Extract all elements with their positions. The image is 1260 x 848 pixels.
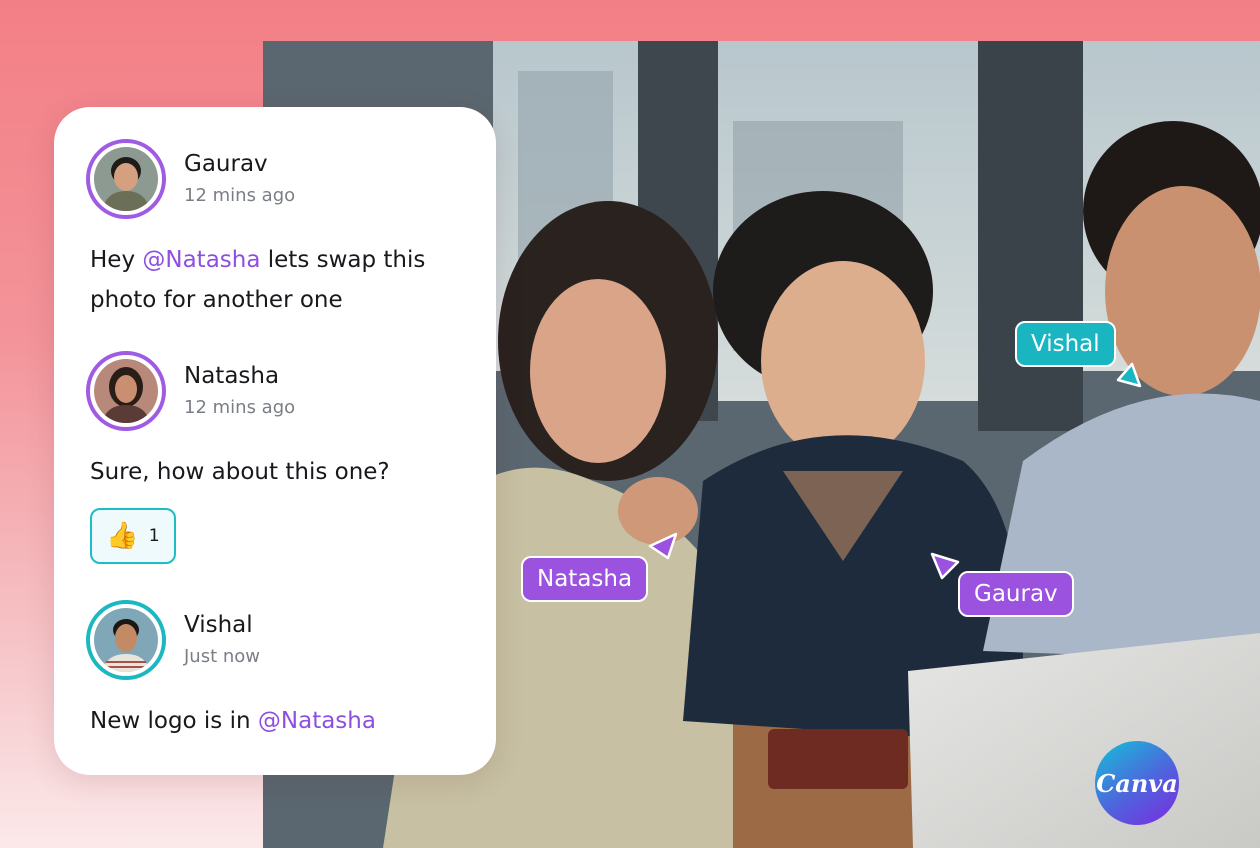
cursor-pointer-icon — [930, 552, 960, 580]
comment-time: 12 mins ago — [184, 185, 296, 206]
comment-header: Vishal Just now — [86, 600, 260, 680]
cursor-label-natasha: Natasha — [521, 556, 649, 602]
comment-author: Gaurav — [184, 151, 268, 177]
comment-author: Natasha — [184, 363, 280, 389]
cursor-label-gaurav: Gaurav — [958, 571, 1074, 617]
comment-time: Just now — [184, 646, 261, 667]
avatar-photo — [94, 608, 158, 672]
comment-meta: Gaurav 12 mins ago — [184, 149, 295, 209]
comment-text-part: New logo is in — [90, 708, 258, 734]
mention-link[interactable]: @Natasha — [258, 708, 376, 734]
comment-time: 12 mins ago — [184, 397, 296, 418]
avatar[interactable] — [86, 351, 166, 431]
comment-meta: Vishal Just now — [184, 610, 260, 670]
cursor-pointer-icon — [648, 532, 678, 560]
thumbs-up-reaction-button[interactable]: 👍 1 — [90, 508, 176, 564]
cursor-label-vishal: Vishal — [1015, 321, 1116, 367]
avatar[interactable] — [86, 139, 166, 219]
comment-panel: Gaurav 12 mins ago Hey @Natasha lets swa… — [54, 107, 496, 775]
reaction-count: 1 — [148, 526, 160, 546]
avatar-photo — [94, 147, 158, 211]
mention-link[interactable]: @Natasha — [142, 247, 260, 273]
cursor-pointer-icon — [1116, 362, 1142, 388]
avatar[interactable] — [86, 600, 166, 680]
logo-wordmark: Canva — [1096, 768, 1178, 798]
thumbs-up-icon: 👍 — [106, 521, 139, 551]
comment-text: Hey @Natasha lets swap this photo for an… — [90, 240, 470, 320]
comment-text-part: Hey — [90, 247, 143, 273]
comment-text: New logo is in @Natasha — [90, 701, 470, 741]
avatar-photo — [94, 359, 158, 423]
comment-text: Sure, how about this one? — [90, 459, 390, 485]
canva-logo: Canva — [1095, 741, 1179, 825]
comment-header: Natasha 12 mins ago — [86, 351, 295, 431]
comment-header: Gaurav 12 mins ago — [86, 139, 295, 219]
comment-meta: Natasha 12 mins ago — [184, 361, 295, 421]
comment-author: Vishal — [184, 612, 253, 638]
